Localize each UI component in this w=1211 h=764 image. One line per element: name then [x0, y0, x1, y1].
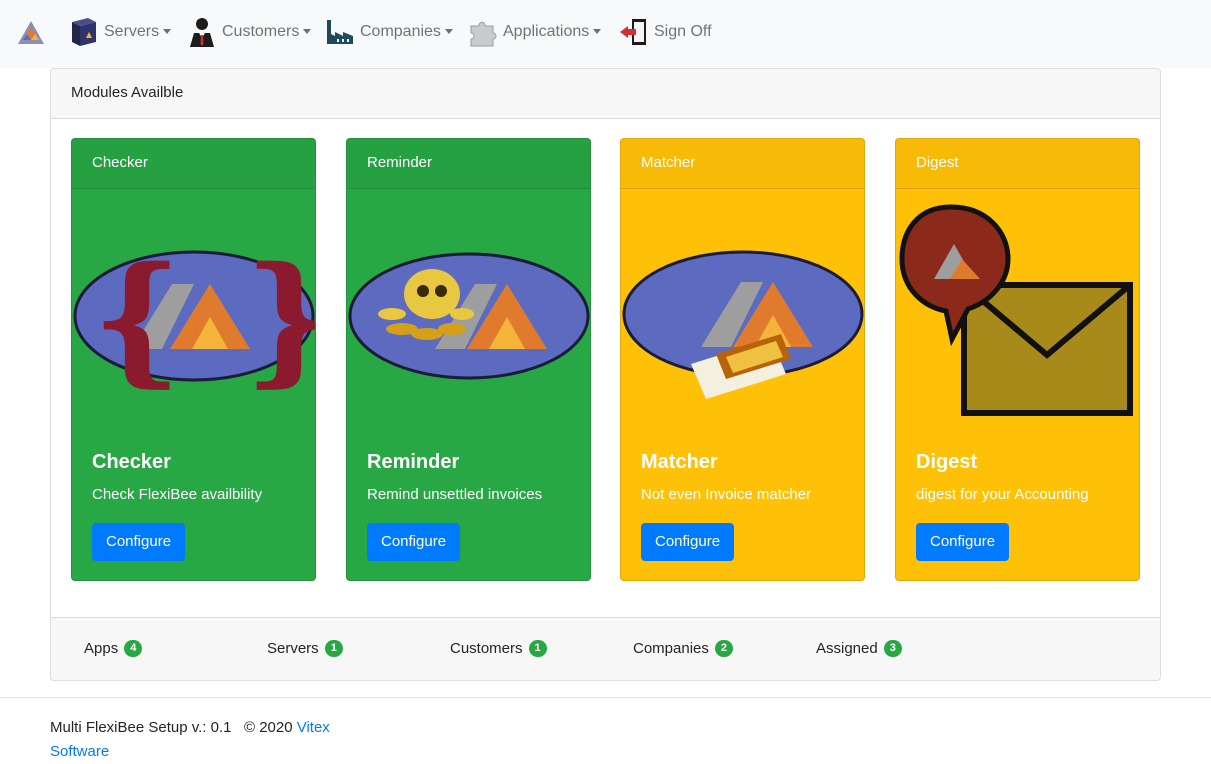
footer-version: Multi FlexiBee Setup v.: 0.1 © 2020 — [50, 719, 297, 736]
stat-customers[interactable]: Customers 1 — [450, 640, 547, 657]
module-card-digest: Digest Digest digest for your Accounting… — [895, 138, 1140, 581]
nav-companies-label: Companies — [360, 23, 441, 40]
chevron-down-icon — [593, 28, 602, 34]
stat-label: Servers — [267, 640, 319, 657]
puzzle-piece-icon — [470, 21, 497, 47]
module-header: Matcher — [621, 139, 864, 189]
nav-applications-label: Applications — [503, 23, 590, 40]
count-badge: 3 — [883, 640, 902, 657]
count-badge: 1 — [324, 640, 343, 657]
module-card-checker: Checker { } Checker Check FlexiBee avail… — [71, 138, 316, 581]
skull-coins-logo-icon — [348, 252, 590, 380]
module-description: Not even Invoice matcher — [641, 486, 812, 503]
stat-servers[interactable]: Servers 1 — [267, 640, 343, 657]
chevron-down-icon — [303, 28, 312, 34]
svg-text:}: } — [244, 237, 316, 401]
businessman-icon — [190, 18, 214, 47]
stats-bar: Apps 4 Servers 1 Customers 1 Companies 2… — [51, 617, 1160, 680]
page-footer: Multi FlexiBee Setup v.: 0.1 © 2020 Vite… — [0, 697, 1211, 762]
braces-logo-icon: { } — [73, 237, 316, 401]
module-description: Remind unsettled invoices — [367, 486, 543, 503]
envelope-bubble-icon — [899, 204, 1133, 416]
module-title: Matcher — [641, 451, 718, 473]
module-header: Digest — [896, 139, 1139, 189]
stat-label: Companies — [633, 640, 709, 657]
module-header: Reminder — [347, 139, 590, 189]
configure-button[interactable]: Configure — [367, 523, 461, 561]
stat-label: Apps — [84, 640, 119, 657]
nav-sign-off[interactable]: Sign Off — [618, 14, 712, 50]
factory-icon — [327, 20, 353, 44]
nav-servers[interactable]: Servers — [68, 14, 172, 50]
configure-button[interactable]: Configure — [641, 523, 735, 561]
exit-door-icon — [620, 19, 646, 45]
chevron-down-icon — [163, 28, 172, 34]
nav-sign-off-label: Sign Off — [654, 23, 712, 40]
count-badge: 1 — [528, 640, 547, 657]
nav-applications[interactable]: Applications — [467, 14, 602, 50]
configure-button[interactable]: Configure — [916, 523, 1010, 561]
stat-apps[interactable]: Apps 4 — [84, 640, 143, 657]
stat-assigned[interactable]: Assigned 3 — [816, 640, 902, 657]
top-navbar: Servers Customers Companies Applications — [0, 0, 1211, 68]
modules-panel: Modules Availble Checker { } Checker Che… — [50, 68, 1161, 681]
module-card-matcher: Matcher Matcher Not even Invoice matcher… — [620, 138, 865, 581]
chevron-down-icon — [444, 28, 453, 34]
module-title: Checker — [92, 451, 171, 473]
module-description: Check FlexiBee availbility — [92, 486, 263, 503]
panel-title: Modules Availble — [51, 69, 1160, 119]
count-badge: 2 — [714, 640, 733, 657]
module-title: Reminder — [367, 451, 460, 473]
module-header: Checker — [72, 139, 315, 189]
module-card-reminder: Reminder Reminder Remind unsettled invoi… — [346, 138, 591, 581]
configure-button[interactable]: Configure — [92, 523, 186, 561]
nav-servers-label: Servers — [104, 23, 160, 40]
matchbox-logo-icon — [622, 250, 864, 399]
server-box-icon — [72, 18, 96, 46]
footer-text: Multi FlexiBee Setup v.: 0.1 © 2020 Vite… — [50, 716, 370, 764]
modules-grid: Checker { } Checker Check FlexiBee avail… — [71, 138, 1140, 581]
stat-companies[interactable]: Companies 2 — [633, 640, 733, 657]
stat-label: Assigned — [816, 640, 878, 657]
svg-text:{: { — [92, 237, 182, 401]
module-description: digest for your Accounting — [916, 486, 1089, 503]
stat-label: Customers — [450, 640, 523, 657]
module-title: Digest — [916, 451, 978, 473]
nav-customers-label: Customers — [222, 23, 300, 40]
app-logo-icon[interactable] — [16, 18, 46, 48]
nav-companies[interactable]: Companies — [324, 14, 453, 50]
count-badge: 4 — [124, 640, 143, 657]
nav-customers[interactable]: Customers — [186, 14, 312, 50]
